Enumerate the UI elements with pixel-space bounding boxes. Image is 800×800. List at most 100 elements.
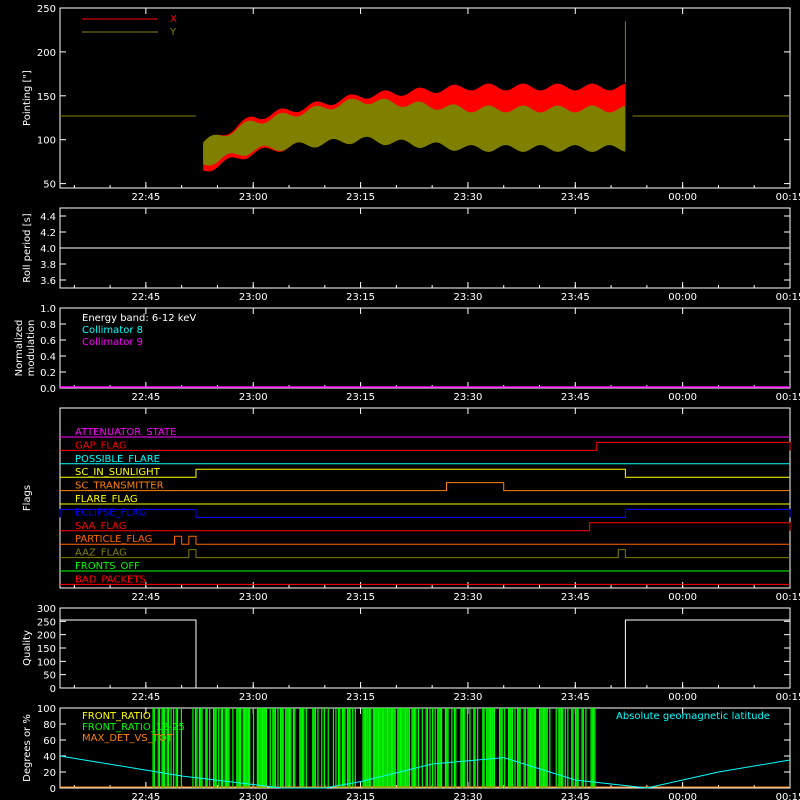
flag-line [60,549,790,559]
quality-x-tick-label: 00:00 [668,692,697,703]
modulation-y-tick-label: 0.2 [40,368,56,379]
ratios-legend-label: MAX_DET_VS_TOT [82,733,174,744]
roll-y-tick-label: 3.8 [40,260,56,271]
roll-y-label: Roll period [s] [22,213,33,282]
pointing-y-tick-label: 150 [37,92,56,103]
flag-line [60,522,791,532]
roll-x-tick-label: 22:45 [131,292,160,303]
pointing-x-tick-label: 23:45 [561,192,590,203]
roll-x-tick-label: 23:30 [454,292,483,303]
modulation-y-tick-label: 0.6 [40,336,56,347]
flag-label: FLARE_FLAG [75,494,138,505]
flag-label: AAZ_FLAG [75,548,127,559]
flags-x-tick-label: 23:15 [346,592,375,603]
ratios-x-tick-label: 22:45 [131,792,160,800]
pointing-y-tick-label: 100 [37,136,56,147]
flag-label: SC_TRANSMITTER [75,481,164,492]
modulation-y-tick-label: 0.4 [40,352,56,363]
flag-line [60,535,790,545]
pointing-y-label: Pointing ["] [22,70,33,126]
pointing-x-tick-label: 00:00 [668,192,697,203]
quality-x-tick-label: 23:15 [346,692,375,703]
flag-label: ATTENUATOR_STATE [75,427,176,438]
ratios-x-tick-label: 23:30 [454,792,483,800]
pointing-x-tick-label: 23:15 [346,192,375,203]
modulation-legend-label: Collimator 9 [82,337,143,348]
flag-label: GAP_FLAG [75,440,127,451]
quality-y-label: Quality [22,630,33,666]
ratios-y-tick-label: 40 [43,752,56,763]
ratios-y-tick-label: 0 [50,784,56,795]
ratios-legend-label: FRONT_RATIO [82,711,151,722]
pointing-x-tick-label: 22:45 [131,192,160,203]
flag-line [59,508,791,518]
modulation-x-tick-label: 23:30 [454,392,483,403]
roll-y-tick-label: 4.2 [40,228,56,239]
modulation-y-tick-label: 1.0 [40,304,56,315]
flags-x-tick-label: 23:45 [561,592,590,603]
modulation-y-tick-label: 0.0 [40,384,56,395]
pointing-y-tick-label: 250 [37,4,56,15]
quality-x-tick-label: 00:15 [776,692,800,703]
modulation-x-tick-label: 00:00 [668,392,697,403]
modulation-x-tick-label: 23:45 [561,392,590,403]
pointing-x-tick-label: 23:00 [239,192,268,203]
flag-line [60,468,790,478]
quality-y-tick-label: 100 [37,657,56,668]
pointing-x-tick-label: 23:30 [454,192,483,203]
flag-label: SC_IN_SUNLIGHT [75,467,161,478]
roll-x-tick-label: 23:45 [561,292,590,303]
roll-x-tick-label: 23:00 [239,292,268,303]
roll-x-tick-label: 23:15 [346,292,375,303]
modulation-y-label: Normalized [14,320,25,377]
rhessi-quicklook-chart: 22:45 23:00 23:15 23:30 23:45 00:00 00:15 50 100… [14,4,800,800]
flags-x-tick-label: 00:15 [776,592,800,603]
ratios-y-tick-label: 100 [37,704,56,715]
flag-label: POSSIBLE_FLARE [75,454,160,465]
quality-line [60,619,790,689]
flag-line [60,482,790,492]
ratios-x-tick-label: 23:15 [346,792,375,800]
ratios-x-tick-label: 00:00 [668,792,697,800]
quality-y-tick-label: 0 [50,684,56,695]
flag-label: BAD_PACKETS [75,574,146,585]
quality-y-tick-label: 200 [37,631,56,642]
flags-x-tick-label: 23:00 [239,592,268,603]
flags-x-tick-label: 22:45 [131,592,160,603]
pointing-x-tick-label: 00:15 [776,192,800,203]
ratios-legend-label: FRONT_RATIO_12-25 [82,722,185,733]
roll-x-tick-label: 00:15 [776,292,800,303]
modulation-legend-label: Energy band: 6-12 keV [82,313,196,324]
roll-y-tick-label: 3.6 [40,276,56,287]
flags-x-tick-label: 00:00 [668,592,697,603]
pointing-band-Y [203,98,626,166]
modulation-y-label: modulation [26,320,37,377]
quality-x-tick-label: 23:45 [561,692,590,703]
flag-label: FRONTS_OFF [75,561,140,572]
pointing-legend-label: Y [169,27,177,38]
modulation-x-tick-label: 22:45 [131,392,160,403]
flags-x-tick-label: 23:30 [454,592,483,603]
ratios-x-tick-label: 23:00 [239,792,268,800]
roll-x-tick-label: 00:00 [668,292,697,303]
modulation-x-tick-label: 23:15 [346,392,375,403]
quality-y-tick-label: 250 [37,617,56,628]
modulation-y-tick-label: 0.8 [40,320,56,331]
ratios-y-label: Degrees or % [22,714,33,782]
modulation-x-tick-label: 23:00 [239,392,268,403]
modulation-legend-label: Collimator 8 [82,325,143,336]
roll-y-tick-label: 4.0 [40,244,56,255]
modulation-x-tick-label: 00:15 [776,392,800,403]
flags-y-label: Flags [22,485,33,511]
quality-y-tick-label: 150 [37,644,56,655]
pointing-y-tick-label: 200 [37,48,56,59]
ratios-x-tick-label: 00:15 [776,792,800,800]
roll-y-tick-label: 4.4 [40,212,56,223]
quality-x-tick-label: 23:00 [239,692,268,703]
quality-x-tick-label: 23:30 [454,692,483,703]
flag-label: SAA_FLAG [75,521,126,532]
quality-x-tick-label: 22:45 [131,692,160,703]
quality-y-tick-label: 300 [37,604,56,615]
pointing-y-tick-label: 50 [43,180,56,191]
ratios-y-tick-label: 60 [43,736,56,747]
